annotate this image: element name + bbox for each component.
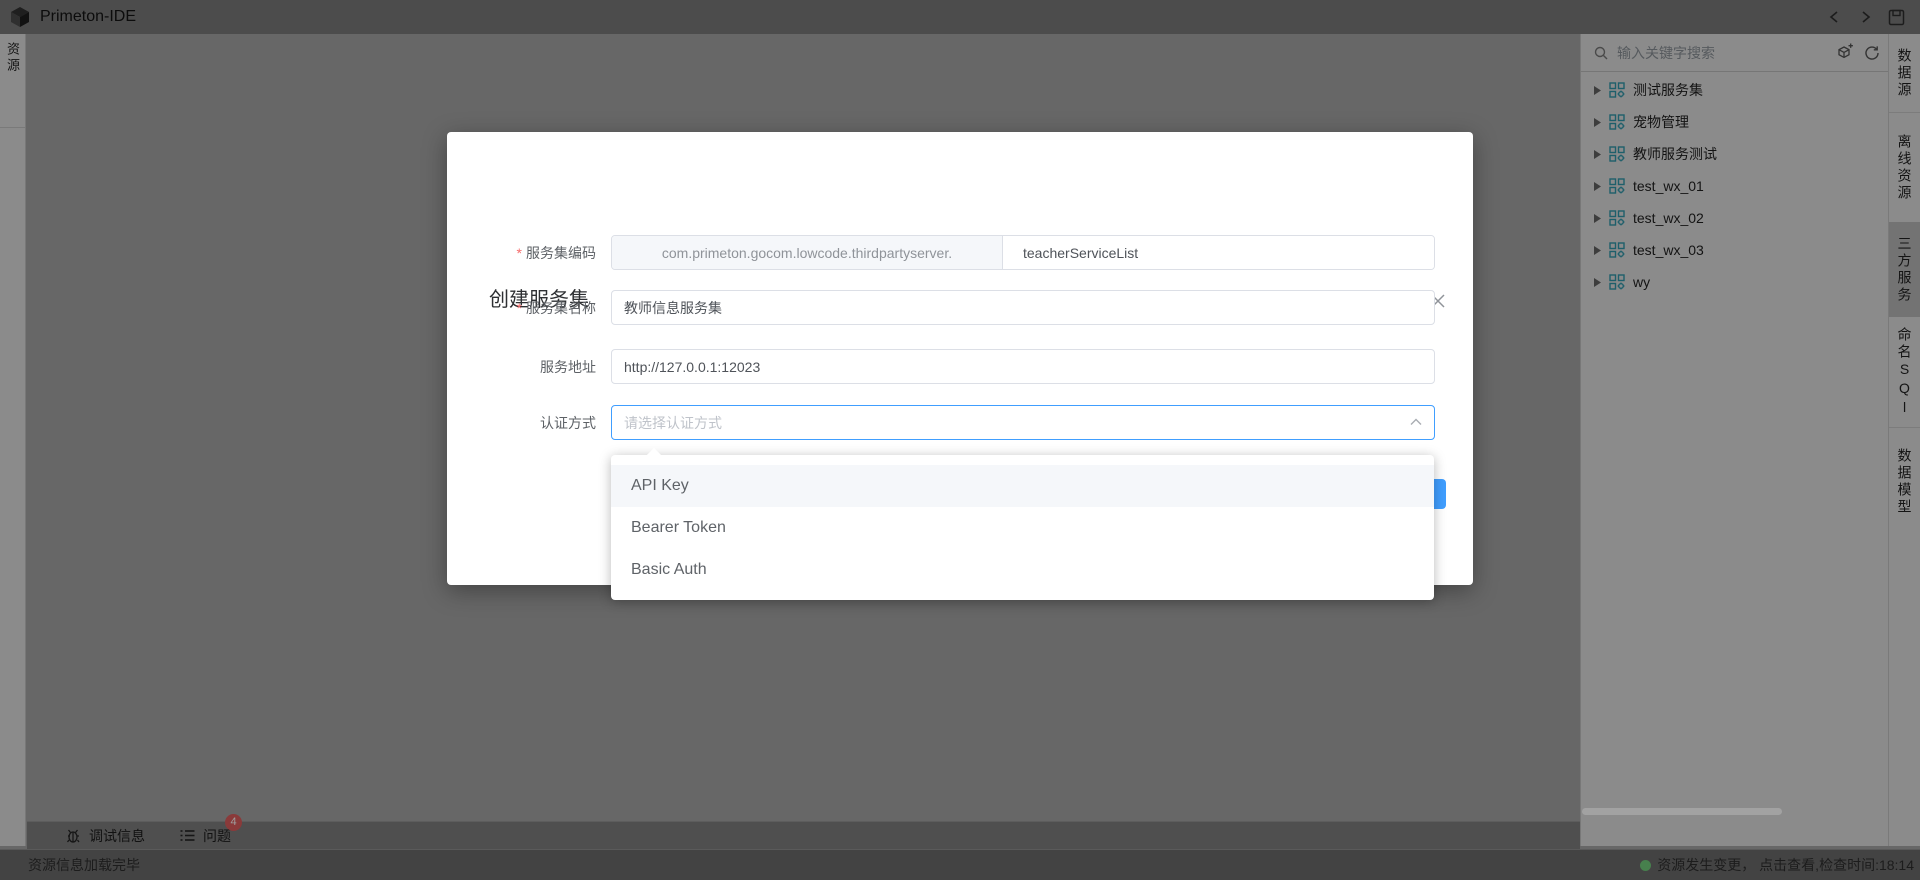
tab-label: 三方服务 — [1895, 236, 1915, 304]
bug-icon — [65, 827, 82, 844]
auth-select[interactable] — [611, 405, 1435, 440]
back-icon[interactable] — [1827, 9, 1843, 25]
service-set-icon — [1609, 114, 1625, 130]
code-input[interactable] — [1003, 236, 1434, 269]
forward-icon[interactable] — [1857, 9, 1873, 25]
tab-data-source[interactable]: 数据源 — [1889, 34, 1920, 113]
form-row-name: *服务集名称 — [447, 290, 1473, 325]
form-row-auth: 认证方式 — [447, 405, 1473, 440]
status-dot-icon — [1640, 860, 1651, 871]
required-mark: * — [517, 245, 522, 261]
option-api-key[interactable]: API Key — [611, 465, 1434, 507]
chevron-up-icon — [1410, 418, 1422, 426]
resources-panel-label: 资源 — [3, 42, 22, 127]
address-label: 服务地址 — [447, 357, 596, 377]
tab-data-model[interactable]: 数据模型 — [1889, 428, 1920, 535]
tree-item[interactable]: test_wx_02 — [1581, 202, 1889, 234]
caret-right-icon[interactable] — [1594, 86, 1601, 95]
tree-item[interactable]: wy — [1581, 266, 1889, 298]
problems-count-badge: 4 — [225, 814, 242, 831]
tree-item-label: 宠物管理 — [1633, 112, 1689, 132]
tab-third-party-services[interactable]: 三方服务 — [1889, 222, 1920, 317]
add-cube-icon[interactable] — [1836, 43, 1855, 62]
service-set-icon — [1609, 178, 1625, 194]
caret-right-icon[interactable] — [1594, 214, 1601, 223]
tab-offline-resources[interactable]: 离线资源 — [1889, 113, 1920, 222]
horizontal-scrollbar-thumb[interactable] — [1582, 808, 1782, 815]
caret-right-icon[interactable] — [1594, 118, 1601, 127]
app-title: Primeton-IDE — [40, 8, 136, 26]
tab-label: 离线资源 — [1895, 134, 1915, 202]
tree-item[interactable]: test_wx_03 — [1581, 234, 1889, 266]
auth-options-dropdown: API Key Bearer Token Basic Auth — [611, 455, 1434, 600]
tree-item[interactable]: 宠物管理 — [1581, 106, 1889, 138]
search-icon — [1593, 45, 1609, 61]
search-row — [1581, 34, 1889, 72]
form-row-address: 服务地址 — [447, 349, 1473, 384]
status-bar: 资源信息加载完毕 资源发生变更， 点击查看,检查时间:18:14 — [0, 849, 1920, 880]
tree-item-label: test_wx_01 — [1633, 178, 1704, 194]
tab-label: 数据模型 — [1895, 448, 1915, 516]
address-input[interactable] — [611, 349, 1435, 384]
caret-right-icon[interactable] — [1594, 182, 1601, 191]
caret-right-icon[interactable] — [1594, 150, 1601, 159]
tab-problems[interactable]: 问题 4 — [179, 826, 231, 846]
save-icon[interactable] — [1887, 8, 1906, 27]
caret-right-icon[interactable] — [1594, 246, 1601, 255]
tab-label: 命名SQl — [1895, 327, 1915, 418]
refresh-icon[interactable] — [1863, 44, 1881, 62]
left-panel-strip: 资源 — [0, 34, 26, 846]
right-tab-strip: 数据源 离线资源 三方服务 命名SQl 数据模型 — [1888, 34, 1920, 846]
tree-item-label: wy — [1633, 274, 1650, 290]
auth-label: 认证方式 — [447, 413, 596, 433]
form-row-code: *服务集编码 com.primeton.gocom.lowcode.thirdp… — [447, 235, 1473, 270]
status-message: 资源信息加载完毕 — [28, 855, 140, 875]
tree-item-label: 测试服务集 — [1633, 80, 1703, 100]
app-logo-icon — [8, 5, 32, 29]
tab-named-sql[interactable]: 命名SQl — [1889, 317, 1920, 428]
tree-item-label: test_wx_02 — [1633, 210, 1704, 226]
service-set-icon — [1609, 146, 1625, 162]
required-mark: * — [517, 300, 522, 316]
service-set-icon — [1609, 82, 1625, 98]
name-label: *服务集名称 — [447, 298, 596, 318]
service-set-icon — [1609, 210, 1625, 226]
auth-select-input[interactable] — [612, 415, 1434, 431]
title-bar: Primeton-IDE — [0, 0, 1920, 34]
option-bearer-token[interactable]: Bearer Token — [611, 507, 1434, 549]
tree-item-label: test_wx_03 — [1633, 242, 1704, 258]
name-input[interactable] — [611, 290, 1435, 325]
bottom-panel-tabs: 调试信息 问题 4 — [27, 821, 1580, 849]
tree-item[interactable]: test_wx_01 — [1581, 170, 1889, 202]
resource-change-text: 资源发生变更， 点击查看,检查时间:18:14 — [1657, 855, 1914, 875]
resource-change-notice[interactable]: 资源发生变更， 点击查看,检查时间:18:14 — [1640, 855, 1914, 875]
resources-panel-tab[interactable]: 资源 — [0, 34, 25, 128]
list-icon — [179, 827, 196, 844]
option-basic-auth[interactable]: Basic Auth — [611, 549, 1434, 591]
service-set-tree: 测试服务集 宠物管理 教师服务测试 test_wx_01 test_wx_02 — [1581, 74, 1889, 298]
service-set-icon — [1609, 274, 1625, 290]
tree-item[interactable]: 测试服务集 — [1581, 74, 1889, 106]
resource-tree-panel: 测试服务集 宠物管理 教师服务测试 test_wx_01 test_wx_02 — [1580, 34, 1888, 846]
code-label: *服务集编码 — [447, 243, 596, 263]
service-set-icon — [1609, 242, 1625, 258]
search-input[interactable] — [1617, 45, 1836, 61]
debug-tab-label: 调试信息 — [89, 826, 145, 846]
tab-label: 数据源 — [1895, 48, 1915, 99]
tab-debug-info[interactable]: 调试信息 — [65, 826, 145, 846]
code-prefix: com.primeton.gocom.lowcode.thirdpartyser… — [612, 236, 1003, 269]
tree-item-label: 教师服务测试 — [1633, 144, 1717, 164]
tree-item[interactable]: 教师服务测试 — [1581, 138, 1889, 170]
caret-right-icon[interactable] — [1594, 278, 1601, 287]
